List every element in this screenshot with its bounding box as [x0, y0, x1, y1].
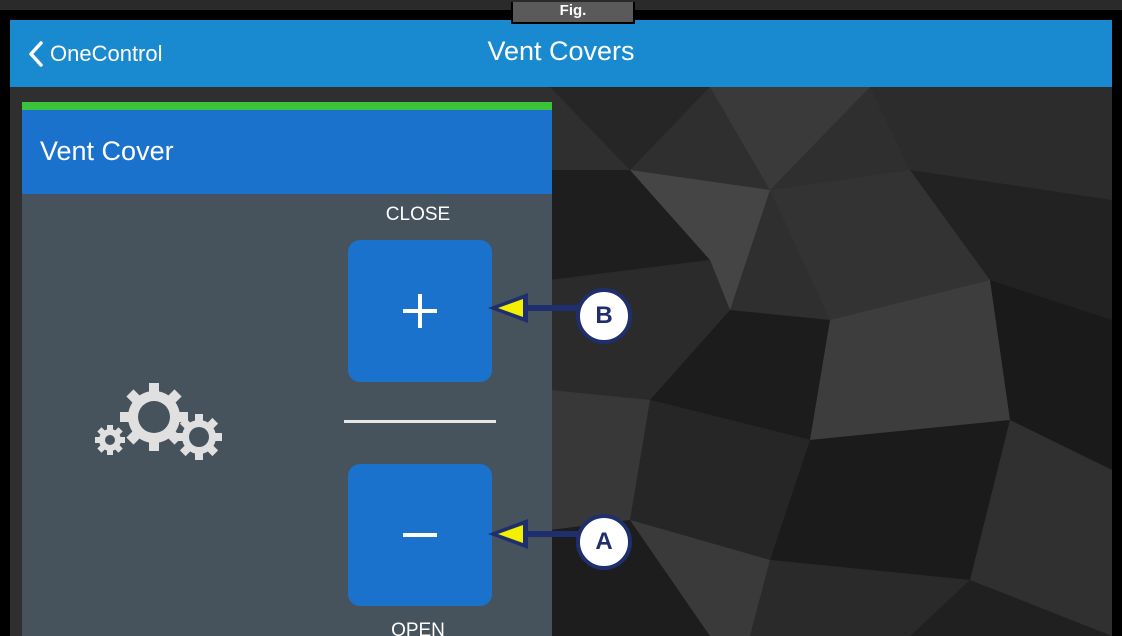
vent-cover-card: Vent Cover CLOSE OPEN: [22, 102, 552, 636]
figure-frame: Fig. OneControl Vent Covers Vent Cover C…: [0, 2, 1122, 636]
callout-b-badge: B: [576, 288, 632, 344]
callout-a-badge: A: [576, 514, 632, 570]
status-accent-bar: [22, 102, 552, 110]
app-header: OneControl Vent Covers: [10, 20, 1112, 87]
card-header: Vent Cover: [22, 110, 552, 194]
callout-a-arrow: [488, 519, 580, 549]
figure-tab: Fig.: [511, 2, 635, 24]
gears-icon: [95, 383, 222, 460]
app-screen: OneControl Vent Covers Vent Cover CLOSE …: [10, 20, 1112, 636]
open-vent-button[interactable]: [348, 464, 492, 606]
card-title: Vent Cover: [40, 136, 174, 166]
page-title: Vent Covers: [487, 36, 635, 66]
open-label: OPEN: [391, 620, 445, 636]
close-label: CLOSE: [385, 204, 451, 225]
close-vent-button[interactable]: [348, 240, 492, 382]
minus-icon: [403, 533, 437, 537]
callout-b-arrow: [488, 293, 580, 323]
divider: [344, 420, 496, 423]
plus-icon: [403, 294, 437, 328]
